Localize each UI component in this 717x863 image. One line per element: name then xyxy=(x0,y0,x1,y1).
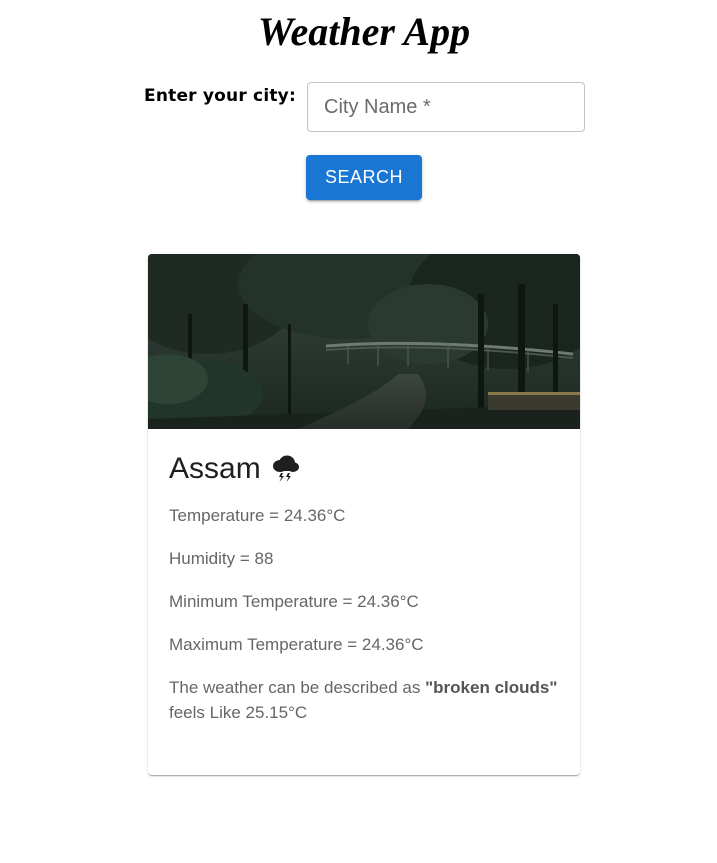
min-temperature-value: 24.36°C xyxy=(357,592,419,611)
weather-description: The weather can be described as "broken … xyxy=(169,675,559,725)
temperature-label: Temperature = xyxy=(169,506,284,525)
max-temperature-line: Maximum Temperature = 24.36°C xyxy=(169,632,559,657)
city-name-input[interactable] xyxy=(307,82,585,132)
temperature-line: Temperature = 24.36°C xyxy=(169,503,559,528)
humidity-label: Humidity = xyxy=(169,549,255,568)
description-value: "broken clouds" xyxy=(425,678,558,697)
feels-like-text: feels Like 25.15°C xyxy=(169,703,308,722)
max-temperature-value: 24.36°C xyxy=(361,635,424,654)
weather-app-page: Weather App Enter your city: SEARCH xyxy=(0,0,717,863)
min-temperature-label: Minimum Temperature = xyxy=(169,592,358,611)
humidity-value: 88 xyxy=(254,549,274,568)
search-button[interactable]: SEARCH xyxy=(306,155,422,200)
humidity-line: Humidity = 88 xyxy=(169,546,559,571)
temperature-value: 24.36°C xyxy=(283,506,346,525)
max-temperature-label: Maximum Temperature = xyxy=(169,635,362,654)
weather-card-image xyxy=(148,254,580,429)
city-input-label: Enter your city: xyxy=(144,86,296,106)
city-heading: Assam xyxy=(169,449,559,489)
city-name: Assam xyxy=(169,452,261,485)
description-prefix: The weather can be described as xyxy=(169,678,426,697)
forest-bridge-rain-image xyxy=(148,254,580,429)
weather-card-content: Assam Temperature = 24.36°C Humidity = 8… xyxy=(148,429,580,763)
app-title: Weather App xyxy=(257,9,471,54)
thunderstorm-cloud-icon xyxy=(272,455,299,482)
weather-card: Assam Temperature = 24.36°C Humidity = 8… xyxy=(148,254,580,775)
min-temperature-line: Minimum Temperature = 24.36°C xyxy=(169,589,559,614)
